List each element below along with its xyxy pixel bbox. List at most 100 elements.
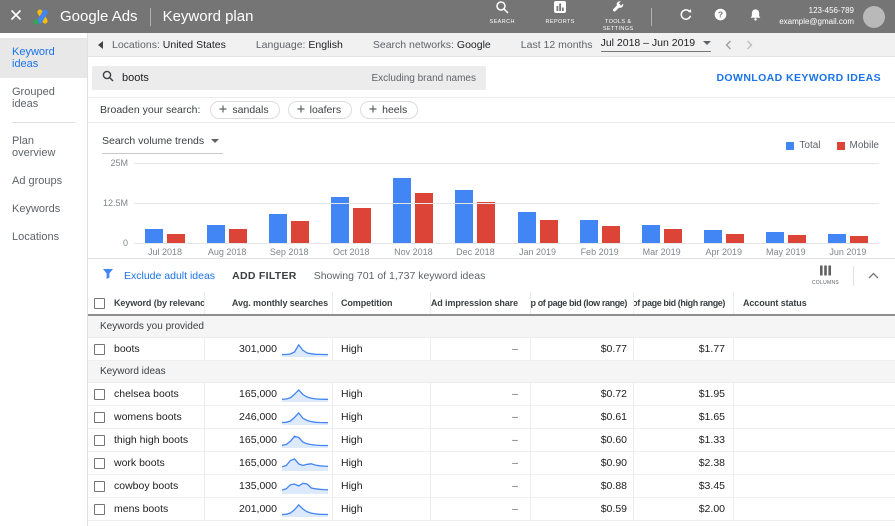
locations-label: Locations: (112, 38, 160, 51)
columns-button[interactable]: COLUMNS (812, 265, 839, 286)
table-header-row: Keyword (by relevance) Avg. monthly sear… (88, 292, 895, 316)
bar-mobile (477, 202, 496, 243)
bar-total (827, 233, 846, 243)
table-row-work-boots: work boots 165,000 High – $0.90 $2.38 (88, 452, 895, 475)
keyword-plan-app: Google Ads Keyword plan SEARCH REPORTS T… (0, 0, 895, 526)
legend-total: Total (786, 140, 821, 151)
sidebar-item-plan-overview[interactable]: Plan overview (0, 127, 87, 167)
table-row-mens-boots: mens boots 201,000 High – $0.59 $2.00 (88, 498, 895, 521)
help-icon[interactable]: ? (713, 7, 728, 27)
collapse-chart-button[interactable] (868, 272, 879, 279)
exclude-adult-ideas-filter[interactable]: Exclude adult ideas (124, 270, 215, 282)
svg-text:?: ? (718, 9, 723, 19)
broaden-chip-sandals[interactable]: sandals (210, 101, 280, 119)
avatar[interactable] (863, 5, 885, 28)
avg-searches-value: 165,000 (239, 388, 277, 400)
keyword-search-input[interactable]: boots Excluding brand names (92, 66, 486, 90)
row-checkbox[interactable] (94, 434, 105, 446)
chart-x-label: Nov 2018 (394, 247, 433, 257)
table-body: Keywords you provided boots 301,000 High – $0… (88, 316, 895, 521)
cell-keyword: boots (88, 338, 204, 360)
main-row: Keyword ideas Grouped ideas Plan overview A… (0, 33, 895, 526)
cell-keyword: chelsea boots (88, 383, 204, 405)
table-row-boots: boots 301,000 High – $0.77 $1.77 (88, 338, 895, 361)
chart-x-label: Apr 2019 (705, 247, 742, 257)
header-account-status[interactable]: Account status (733, 292, 895, 314)
row-checkbox[interactable] (94, 480, 105, 492)
keyword-text: chelsea boots (114, 388, 179, 400)
header-keyword-label: Keyword (by relevance) (114, 298, 204, 308)
columns-icon (819, 265, 832, 278)
cell-bid-high: $2.00 (633, 498, 733, 520)
nav-search-button[interactable]: SEARCH (481, 0, 523, 26)
header-ad-impression-share[interactable]: Ad impression share (430, 292, 530, 314)
topbar-icons: ? (678, 7, 763, 27)
chart-x-label: Sep 2018 (269, 247, 309, 257)
sidebar-item-locations[interactable]: Locations (0, 223, 87, 251)
trend-sparkline (282, 386, 328, 402)
keyword-text: mens boots (114, 503, 169, 515)
nav-tools-settings-button[interactable]: TOOLS & SETTINGS (597, 0, 639, 33)
networks-setting[interactable]: Search networks: Google (373, 39, 491, 51)
header-top-of-page-bid-high[interactable]: Top of page bid (high range) (633, 292, 733, 314)
header-competition[interactable]: Competition (332, 292, 430, 314)
broaden-chip-heels[interactable]: heels (360, 101, 419, 119)
bar-total (517, 212, 536, 243)
legend-swatch-total (786, 141, 795, 150)
row-checkbox[interactable] (94, 503, 105, 515)
table-row-thigh-high-boots: thigh high boots 165,000 High – $0.60 $1.33 (88, 429, 895, 452)
header-top-of-page-bid-low[interactable]: Top of page bid (low range) (530, 292, 633, 314)
chart-x-label: May 2019 (766, 247, 806, 257)
keyword-text: work boots (114, 457, 165, 469)
date-range-dropdown[interactable]: Jul 2018 – Jun 2019 (600, 37, 712, 52)
header-keyword[interactable]: Keyword (by relevance) (88, 292, 204, 314)
cell-bid-high: $2.38 (633, 452, 733, 474)
bar-total (393, 178, 412, 243)
bar-mobile (229, 228, 248, 243)
row-checkbox[interactable] (94, 388, 105, 400)
broaden-chip-loafers[interactable]: loafers (287, 101, 353, 119)
avg-searches-value: 135,000 (239, 480, 277, 492)
add-filter-button[interactable]: ADD FILTER (232, 270, 297, 282)
row-checkbox[interactable] (94, 457, 105, 469)
close-button[interactable] (0, 8, 32, 26)
language-setting[interactable]: Language: English (256, 39, 343, 51)
row-checkbox[interactable] (94, 411, 105, 423)
section-keywords-you-provided: Keywords you provided (88, 316, 895, 338)
notifications-bell-icon[interactable] (748, 7, 763, 27)
download-keyword-ideas-link[interactable]: DOWNLOAD KEYWORD IDEAS (716, 72, 881, 84)
select-all-checkbox[interactable] (94, 297, 105, 309)
sidebar-item-keyword-ideas[interactable]: Keyword ideas (0, 38, 87, 78)
keyword-table: Keyword (by relevance) Avg. monthly sear… (88, 292, 895, 521)
nav-reports-button[interactable]: REPORTS (539, 0, 581, 26)
header-avg-monthly-searches[interactable]: Avg. monthly searches (204, 292, 332, 314)
account-id: 123-456-789 (808, 6, 854, 16)
topbar-divider-2 (651, 7, 653, 26)
locations-setting[interactable]: Locations: United States (112, 39, 226, 51)
chart-x-label: Jul 2018 (148, 247, 183, 257)
chart-type-dropdown[interactable]: Search volume trends (102, 133, 224, 154)
collapse-panel-button[interactable] (88, 40, 112, 49)
page-title: Keyword plan (162, 8, 254, 25)
legend-label: Total (799, 140, 821, 151)
row-checkbox[interactable] (94, 343, 105, 355)
next-period-button[interactable] (746, 40, 753, 50)
sidebar-item-grouped-ideas[interactable]: Grouped ideas (0, 78, 87, 118)
search-icon (102, 69, 114, 87)
cell-account-status (733, 429, 895, 451)
prev-period-button[interactable] (725, 40, 732, 50)
sidebar-item-ad-groups[interactable]: Ad groups (0, 167, 87, 195)
cell-ad-impression-share: – (430, 338, 530, 360)
cell-competition: High (332, 452, 430, 474)
cell-competition: High (332, 475, 430, 497)
brand-name: Google Ads (60, 8, 138, 25)
content: Locations: United States Language: Engli… (88, 33, 895, 526)
sidebar-item-keywords[interactable]: Keywords (0, 195, 87, 223)
chart-gridline (134, 243, 879, 244)
cell-keyword: womens boots (88, 406, 204, 428)
trend-sparkline (282, 341, 328, 357)
refresh-icon[interactable] (678, 7, 693, 27)
account-info[interactable]: 123-456-789 example@gmail.com (779, 6, 854, 27)
cell-ad-impression-share: – (430, 498, 530, 520)
section-keyword-ideas: Keyword ideas (88, 361, 895, 383)
